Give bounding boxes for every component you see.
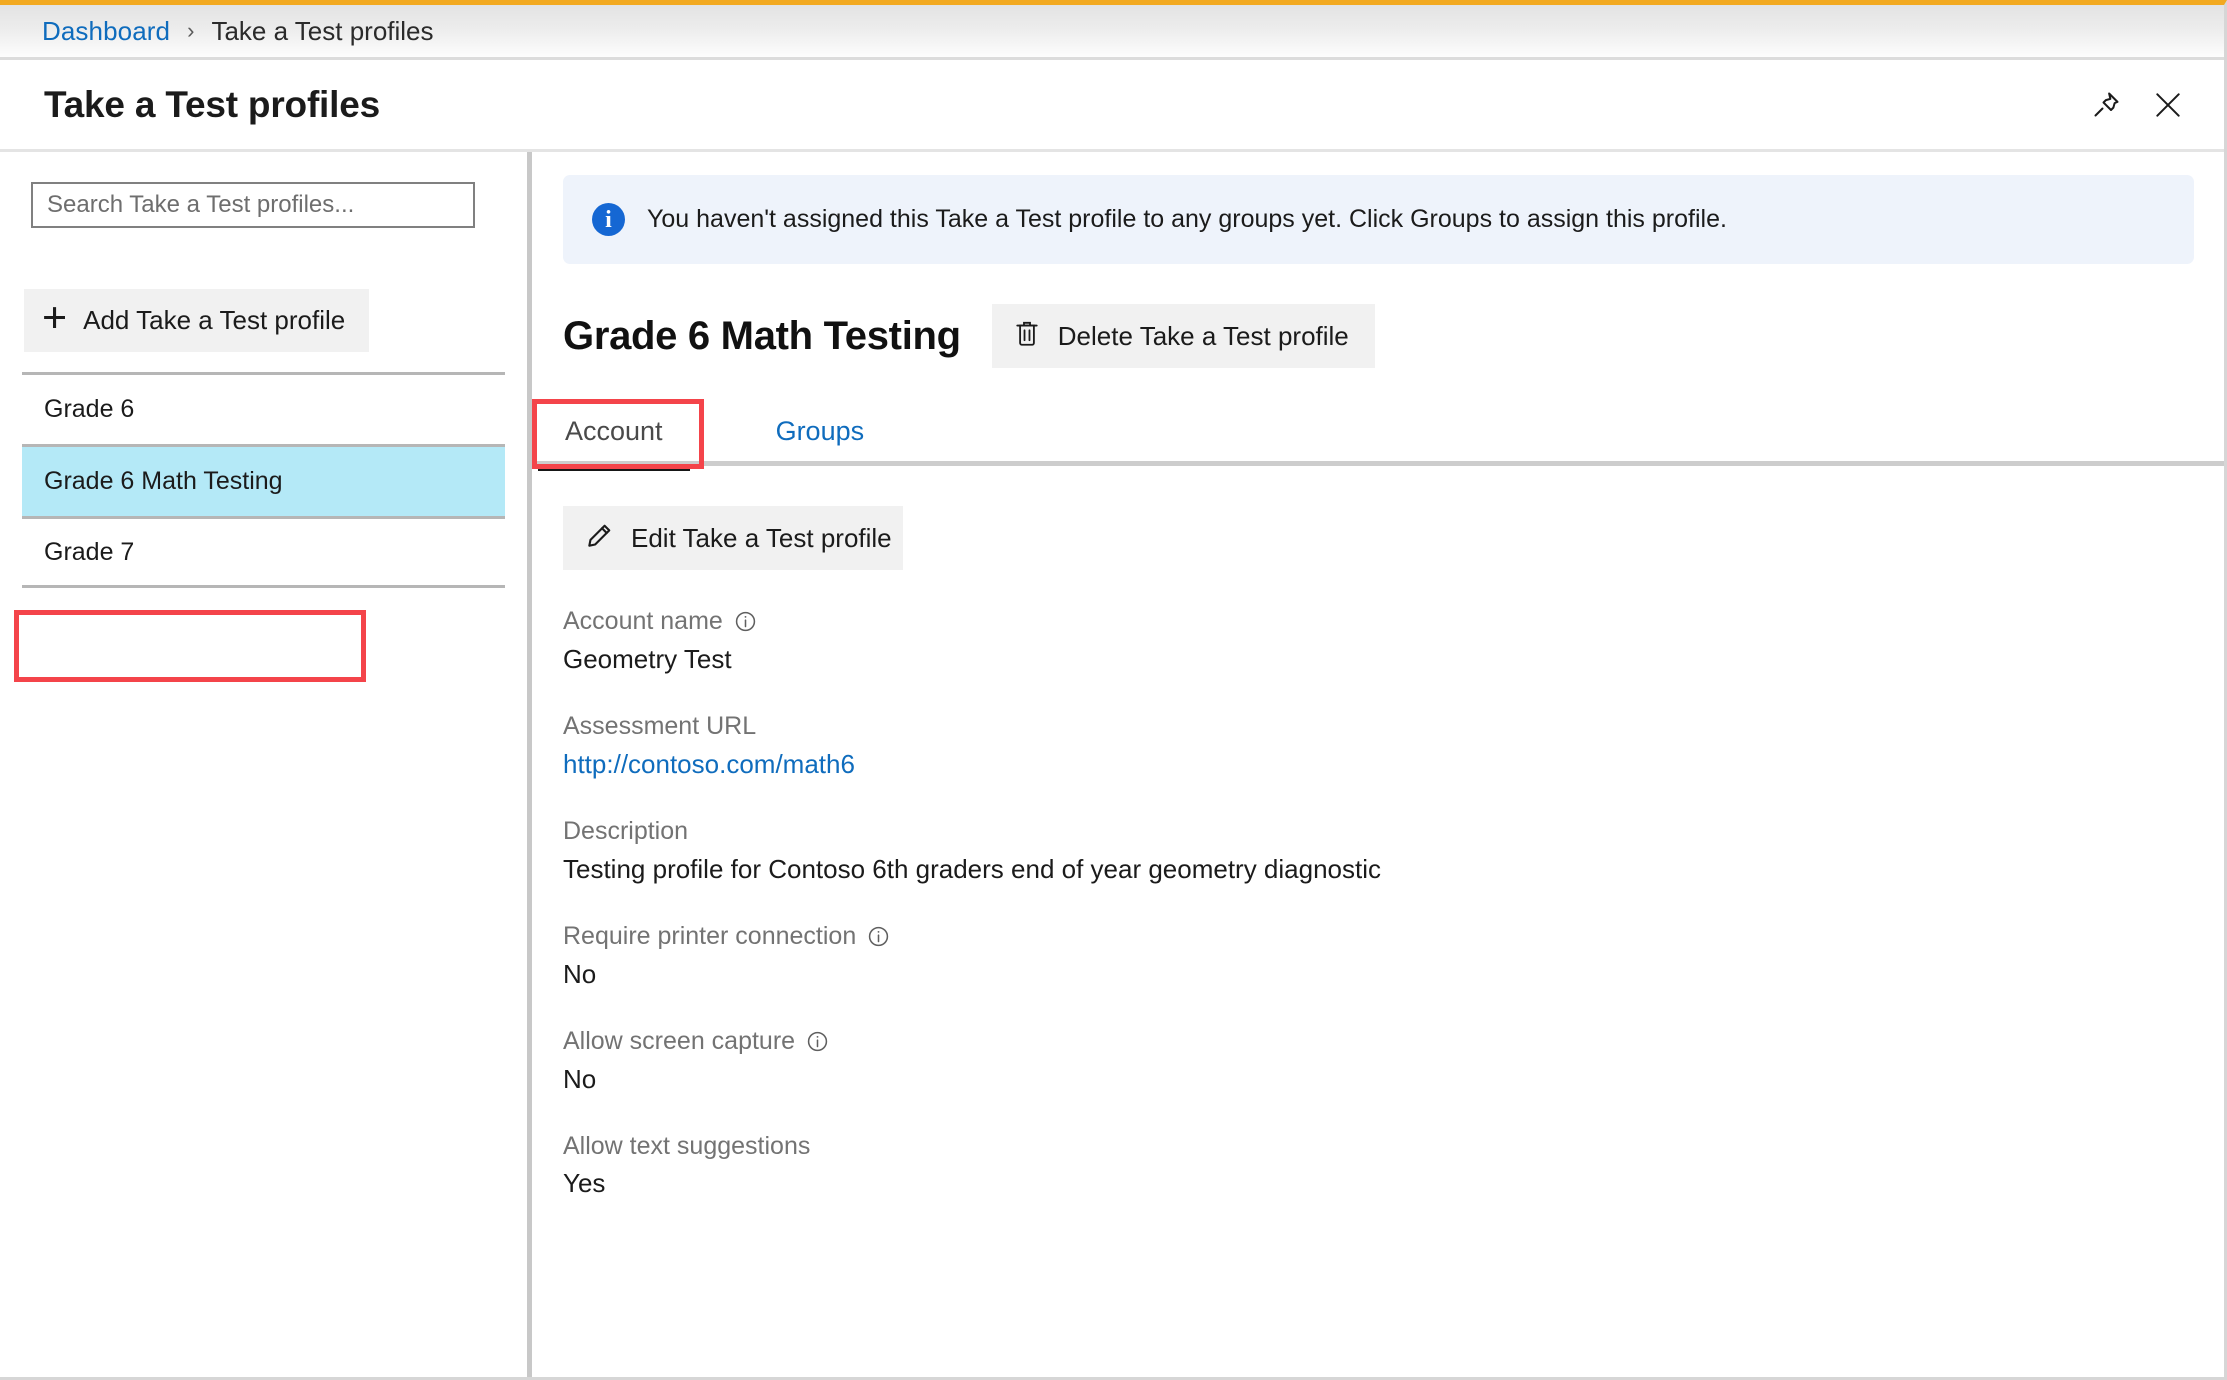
breadcrumb-current: Take a Test profiles <box>211 15 434 46</box>
field-description: Description Testing profile for Contoso … <box>563 817 2224 885</box>
list-item-label: Grade 6 <box>44 395 135 423</box>
field-label-text: Allow screen capture <box>563 1026 796 1055</box>
info-icon[interactable] <box>806 1030 829 1053</box>
tab-label: Groups <box>775 416 865 446</box>
list-item-grade-6[interactable]: Grade 6 <box>22 372 505 444</box>
tab-groups[interactable]: Groups <box>774 404 867 466</box>
field-label-text: Require printer connection <box>563 921 857 950</box>
info-banner: i You haven't assigned this Take a Test … <box>563 175 2194 264</box>
page-title: Take a Test profiles <box>44 83 380 125</box>
delete-button-label: Delete Take a Test profile <box>1057 320 1349 351</box>
search-input[interactable] <box>31 182 475 228</box>
field-value: Testing profile for Contoso 6th graders … <box>563 853 1382 884</box>
info-icon[interactable] <box>734 610 757 633</box>
edit-button-label: Edit Take a Test profile <box>631 522 892 553</box>
add-take-a-test-profile-button[interactable]: + Add Take a Test profile <box>24 289 369 352</box>
profile-name-heading: Grade 6 Math Testing <box>563 313 961 358</box>
field-label: Allow text suggestions <box>563 1132 2224 1161</box>
pin-icon[interactable] <box>2078 77 2134 133</box>
breadcrumb-link-dashboard[interactable]: Dashboard <box>42 16 170 47</box>
profile-detail-pane: i You haven't assigned this Take a Test … <box>532 152 2224 1377</box>
add-profile-label: Add Take a Test profile <box>83 305 346 335</box>
close-icon[interactable] <box>2140 77 2196 133</box>
list-item-grade-7[interactable]: Grade 7 <box>22 516 505 588</box>
field-allow-screen-capture: Allow screen capture No <box>563 1027 2224 1095</box>
profile-header: Grade 6 Math Testing Delete Take a Test … <box>563 304 2224 368</box>
tab-account[interactable]: Account <box>538 404 690 471</box>
blade-panel: Dashboard › Take a Test profiles Take a … <box>0 0 2227 1380</box>
trash-icon <box>1014 320 1040 353</box>
field-account-name: Account name Geometry Test <box>563 607 2224 675</box>
field-value: No <box>563 958 597 989</box>
list-item-label: Grade 6 Math Testing <box>44 467 283 495</box>
field-require-printer-connection: Require printer connection No <box>563 922 2224 990</box>
blade-body: + Add Take a Test profile Grade 6 Grade … <box>0 152 2224 1377</box>
profiles-sidebar: + Add Take a Test profile Grade 6 Grade … <box>0 152 532 1377</box>
list-item-label: Grade 7 <box>44 537 135 566</box>
info-circle-icon: i <box>592 203 625 236</box>
field-value: Yes <box>563 1168 606 1199</box>
field-label: Require printer connection <box>563 922 2224 951</box>
field-value: No <box>563 1063 597 1094</box>
field-label-text: Allow text suggestions <box>563 1131 811 1160</box>
profile-list: Grade 6 Grade 6 Math Testing Grade 7 <box>0 372 527 588</box>
field-label: Description <box>563 817 2224 846</box>
tab-strip: Account Groups <box>532 399 2224 471</box>
info-icon[interactable] <box>867 925 890 948</box>
list-item-grade-6-math-testing[interactable]: Grade 6 Math Testing <box>22 444 505 516</box>
annotation-highlight-selected-profile <box>14 610 366 682</box>
field-label: Allow screen capture <box>563 1027 2224 1056</box>
field-assessment-url: Assessment URL http://contoso.com/math6 <box>563 712 2224 780</box>
field-value: Geometry Test <box>563 643 732 674</box>
edit-take-a-test-profile-button[interactable]: Edit Take a Test profile <box>563 506 903 570</box>
info-banner-text: You haven't assigned this Take a Test pr… <box>647 205 1727 233</box>
pencil-icon <box>585 522 613 555</box>
tab-label: Account <box>565 416 663 446</box>
breadcrumb-separator-icon: › <box>187 18 195 43</box>
plus-icon: + <box>42 294 68 342</box>
blade-title-bar: Take a Test profiles <box>0 60 2224 152</box>
field-value-link[interactable]: http://contoso.com/math6 <box>563 749 2224 780</box>
account-details-panel: Edit Take a Test profile Account name Ge… <box>532 466 2224 1200</box>
field-label-text: Description <box>563 816 689 845</box>
field-label: Assessment URL <box>563 712 2224 741</box>
field-label-text: Account name <box>563 607 723 635</box>
field-label-text: Assessment URL <box>563 711 757 740</box>
field-allow-text-suggestions: Allow text suggestions Yes <box>563 1132 2224 1200</box>
delete-take-a-test-profile-button[interactable]: Delete Take a Test profile <box>991 304 1375 368</box>
breadcrumb: Dashboard › Take a Test profiles <box>0 5 2224 60</box>
field-label: Account name <box>563 607 2224 636</box>
